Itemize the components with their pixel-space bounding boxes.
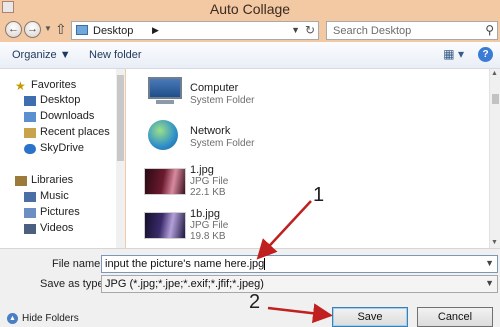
- computer-stand-icon: [156, 100, 174, 104]
- file-name-label: File name:: [52, 258, 104, 270]
- file-type: System Folder: [190, 138, 255, 149]
- search-icon[interactable]: ⚲: [485, 23, 494, 37]
- save-as-type-dropdown-icon[interactable]: ▼: [485, 278, 494, 288]
- file-list: Computer System Folder Network System Fo…: [126, 69, 489, 248]
- save-dialog: Auto Collage ← → ▼ ⇧ Desktop ▶ ▼ ↻ Searc…: [0, 0, 500, 327]
- collapse-up-icon: ▲: [7, 313, 18, 324]
- recent-places-icon: [24, 128, 36, 138]
- pictures-icon: [24, 208, 36, 218]
- nav-item-downloads[interactable]: Downloads: [40, 110, 94, 122]
- address-bar: ← → ▼ ⇧ Desktop ▶ ▼ ↻ Search Desktop ⚲: [0, 18, 500, 42]
- help-icon[interactable]: ?: [478, 47, 493, 62]
- refresh-icon[interactable]: ↻: [305, 23, 315, 37]
- file-name-field[interactable]: input the picture's name here.jpg ▼: [101, 255, 498, 273]
- file-name: 1b.jpg: [190, 208, 220, 220]
- desktop-icon: [24, 96, 36, 106]
- music-icon: [24, 192, 36, 202]
- new-folder-button[interactable]: New folder: [89, 49, 142, 61]
- image-thumbnail: [144, 168, 186, 195]
- title-bar: Auto Collage: [0, 0, 500, 18]
- desktop-folder-icon: [76, 25, 88, 35]
- path-location[interactable]: Desktop: [93, 25, 133, 37]
- search-input[interactable]: Search Desktop ⚲: [326, 21, 498, 40]
- image-thumbnail: [144, 212, 186, 239]
- window-title: Auto Collage: [209, 1, 291, 17]
- file-name: Network: [190, 125, 231, 137]
- search-placeholder: Search Desktop: [333, 25, 412, 37]
- computer-icon: [148, 77, 182, 99]
- annotation-number-1: 1: [313, 184, 325, 206]
- file-type: System Folder: [190, 95, 255, 106]
- nav-item-pictures[interactable]: Pictures: [40, 206, 80, 218]
- network-icon: [148, 120, 178, 150]
- nav-item-recent-places[interactable]: Recent places: [40, 126, 110, 138]
- back-button[interactable]: ←: [5, 21, 22, 38]
- nav-heading-libraries[interactable]: Libraries: [31, 174, 73, 186]
- file-name-dropdown-icon[interactable]: ▼: [485, 258, 494, 268]
- file-list-scrollbar[interactable]: ▲ ▼: [489, 69, 500, 248]
- view-options-icon[interactable]: ▦ ▾: [443, 47, 464, 61]
- organize-menu[interactable]: Organize ▼: [12, 49, 71, 61]
- file-name: Computer: [190, 82, 239, 94]
- nav-item-videos[interactable]: Videos: [40, 222, 73, 234]
- nav-scrollbar-thumb[interactable]: [117, 75, 124, 161]
- cancel-button[interactable]: Cancel: [417, 307, 493, 327]
- annotation-number-2: 2: [249, 291, 261, 313]
- nav-scrollbar[interactable]: [116, 69, 125, 248]
- libraries-icon: [15, 176, 27, 186]
- file-type: JPG File: [190, 176, 229, 187]
- file-type: JPG File: [190, 220, 229, 231]
- nav-item-music[interactable]: Music: [40, 190, 69, 202]
- save-as-type-label: Save as type:: [40, 278, 107, 290]
- navigation-pane: ★ Favorites Desktop Downloads Recent pla…: [0, 69, 125, 248]
- file-name-value[interactable]: input the picture's name here.jpg: [105, 258, 266, 271]
- favorites-star-icon: ★: [15, 79, 26, 93]
- scroll-down-icon[interactable]: ▼: [491, 239, 498, 246]
- file-name: 1.jpg: [190, 164, 214, 176]
- skydrive-icon: [24, 144, 36, 154]
- hide-folders-label: Hide Folders: [22, 313, 79, 325]
- hide-folders-button[interactable]: ▲ Hide Folders: [7, 313, 79, 324]
- videos-icon: [24, 224, 36, 234]
- scroll-up-icon[interactable]: ▲: [491, 70, 498, 77]
- path-box[interactable]: Desktop ▶ ▼ ↻: [71, 21, 319, 40]
- path-dropdown-icon[interactable]: ▼: [291, 25, 300, 35]
- save-as-type-value[interactable]: JPG (*.jpg;*.jpe;*.exif;*.jfif;*.jpeg): [105, 278, 264, 290]
- save-button[interactable]: Save: [332, 307, 408, 327]
- nav-item-desktop[interactable]: Desktop: [40, 94, 80, 106]
- chevron-right-icon[interactable]: ▶: [152, 25, 159, 36]
- forward-button[interactable]: →: [24, 21, 41, 38]
- nav-item-skydrive[interactable]: SkyDrive: [40, 142, 84, 154]
- up-button[interactable]: ⇧: [55, 21, 67, 38]
- nav-heading-favorites[interactable]: Favorites: [31, 79, 76, 91]
- recent-locations-dropdown[interactable]: ▼: [44, 24, 52, 33]
- file-size: 19.8 KB: [190, 231, 226, 242]
- file-size: 22.1 KB: [190, 187, 226, 198]
- downloads-icon: [24, 112, 36, 122]
- file-list-scrollbar-thumb[interactable]: [492, 94, 499, 104]
- command-bar: Organize ▼ New folder ▦ ▾ ?: [0, 42, 500, 69]
- save-as-type-select[interactable]: JPG (*.jpg;*.jpe;*.exif;*.jfif;*.jpeg) ▼: [101, 275, 498, 293]
